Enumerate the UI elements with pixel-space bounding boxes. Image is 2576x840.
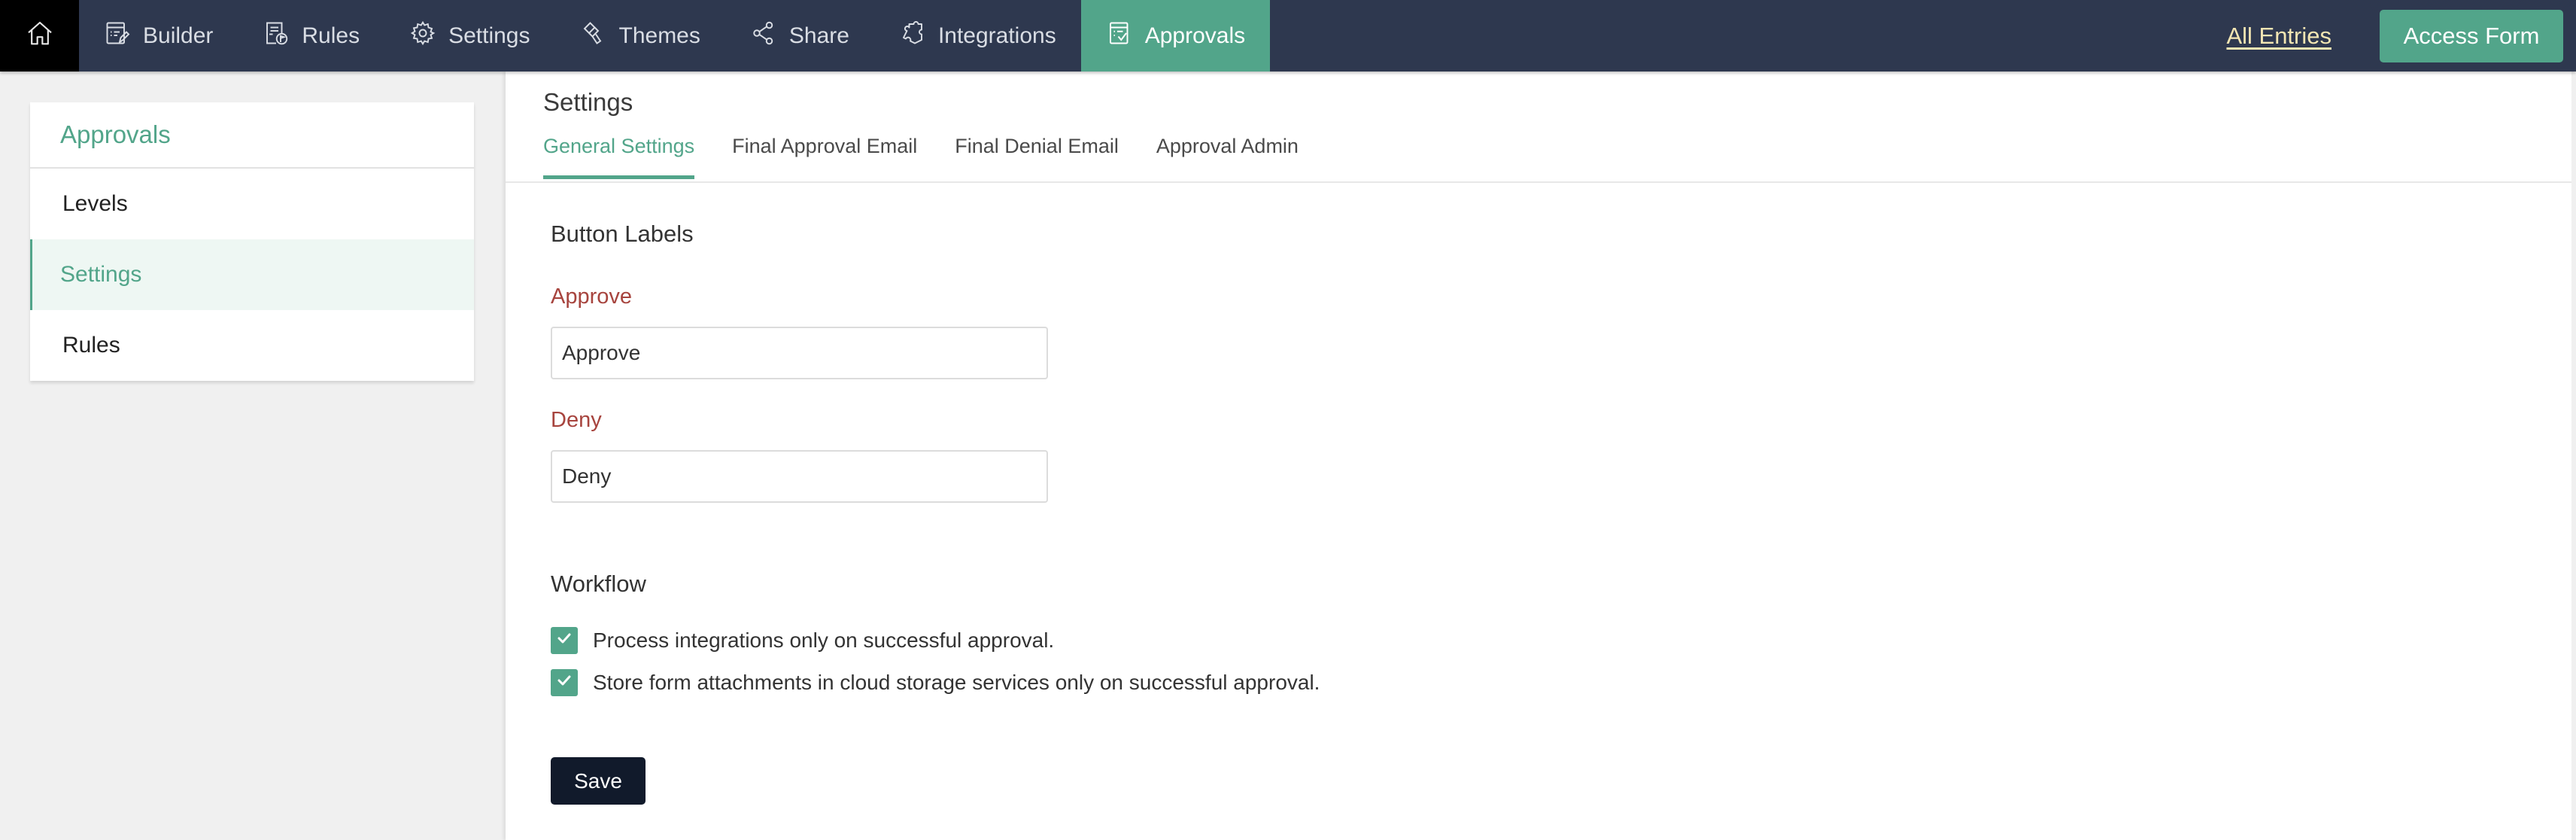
nav-themes-label: Themes (618, 23, 700, 48)
tab-final-denial-email[interactable]: Final Denial Email (955, 135, 1119, 179)
approve-input[interactable] (551, 327, 1048, 379)
nav-approvals-label: Approvals (1144, 23, 1246, 48)
nav-builder-label: Builder (143, 23, 214, 48)
all-entries-link[interactable]: All Entries (2226, 23, 2331, 50)
paint-brush-icon (580, 20, 607, 53)
sidebar-item-settings[interactable]: Settings (30, 239, 474, 310)
tabs-divider (506, 181, 2571, 183)
process-integrations-checkbox[interactable] (551, 627, 578, 654)
top-nav: Builder Rules Settings Themes Share Inte… (0, 0, 2576, 72)
nav-builder[interactable]: Builder (79, 0, 238, 72)
builder-icon (104, 20, 131, 53)
process-integrations-label: Process integrations only on successful … (593, 628, 1055, 652)
nav-integrations-label: Integrations (937, 23, 1056, 48)
home-button[interactable] (0, 0, 79, 72)
access-form-button[interactable]: Access Form (2380, 9, 2563, 62)
gear-icon (409, 20, 436, 53)
home-icon (25, 19, 55, 53)
tab-approval-admin[interactable]: Approval Admin (1156, 135, 1299, 179)
settings-panel: Settings General Settings Final Approval… (506, 72, 2571, 840)
workflow-heading: Workflow (551, 571, 646, 597)
nav-rules[interactable]: Rules (238, 0, 384, 72)
settings-tabs: General Settings Final Approval Email Fi… (543, 135, 1299, 180)
tab-final-approval-email[interactable]: Final Approval Email (732, 135, 917, 179)
approve-label: Approve (551, 285, 633, 309)
nav-settings[interactable]: Settings (384, 0, 554, 72)
nav-share-label: Share (788, 23, 849, 48)
nav-settings-label: Settings (448, 23, 530, 48)
nav-integrations[interactable]: Integrations (874, 0, 1081, 72)
sidebar-item-rules[interactable]: Rules (30, 310, 474, 381)
button-labels-heading: Button Labels (551, 221, 694, 247)
store-attachments-label: Store form attachments in cloud storage … (593, 671, 1320, 694)
rules-icon (263, 20, 290, 53)
puzzle-icon (899, 20, 926, 53)
approvals-sidebar: Approvals Levels Settings Rules (30, 102, 474, 381)
share-icon (750, 20, 777, 53)
nav-themes[interactable]: Themes (555, 0, 725, 72)
nav-share[interactable]: Share (725, 0, 874, 72)
nav-approvals[interactable]: Approvals (1080, 0, 1271, 72)
nav-rules-label: Rules (302, 23, 360, 48)
save-button[interactable]: Save (551, 757, 646, 805)
workflow-option-store-attachments: Store form attachments in cloud storage … (551, 669, 1320, 696)
store-attachments-checkbox[interactable] (551, 669, 578, 696)
page-title: Settings (543, 88, 633, 116)
sidebar-item-levels[interactable]: Levels (30, 169, 474, 239)
deny-label: Deny (551, 408, 602, 432)
checkmark-icon (555, 628, 573, 653)
checkmark-icon (555, 671, 573, 695)
sidebar-title: Approvals (30, 102, 474, 169)
approvals-icon (1106, 20, 1133, 53)
workflow-option-process-integrations: Process integrations only on successful … (551, 627, 1054, 654)
deny-input[interactable] (551, 450, 1048, 503)
tab-general-settings[interactable]: General Settings (543, 135, 695, 179)
